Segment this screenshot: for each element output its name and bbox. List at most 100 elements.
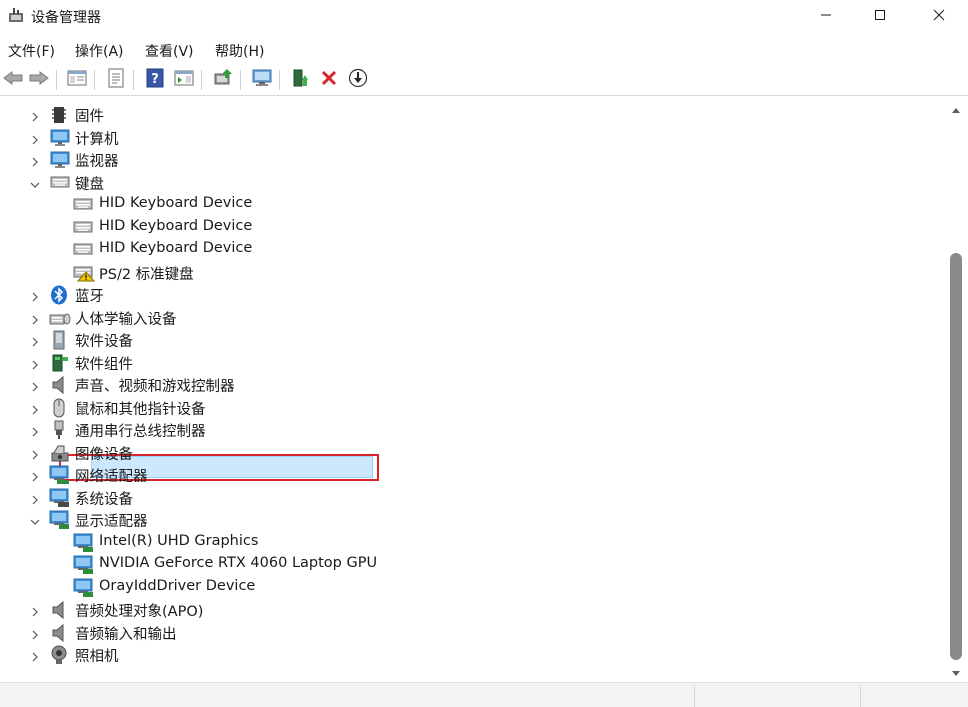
- tree-item-usb[interactable]: 通用串行总线控制器: [0, 419, 940, 441]
- tree-child-nvidia-gpu[interactable]: NVIDIA GeForce RTX 4060 Laptop GPU: [0, 554, 940, 576]
- tree-item-sound-video-game[interactable]: 声音、视频和游戏控制器: [0, 374, 940, 396]
- chevron-right-icon[interactable]: [30, 110, 40, 122]
- chevron-right-icon[interactable]: [30, 448, 40, 460]
- tree-item-computer[interactable]: 计算机: [0, 127, 940, 149]
- uninstall-device-button[interactable]: [318, 69, 340, 91]
- chevron-right-icon[interactable]: [30, 335, 40, 347]
- enable-device-button[interactable]: [290, 69, 312, 91]
- download-button[interactable]: [347, 68, 369, 91]
- tree-child-ps2-keyboard[interactable]: PS/2 标准键盘: [0, 262, 940, 284]
- scroll-down-icon[interactable]: [951, 666, 961, 682]
- action-pane-button[interactable]: [173, 69, 195, 91]
- tree-item-network-adapter[interactable]: 网络适配器: [0, 464, 940, 486]
- show-hide-tree-button[interactable]: [66, 69, 88, 91]
- tree-item-camera[interactable]: 照相机: [0, 644, 940, 666]
- chevron-down-icon[interactable]: [30, 178, 40, 188]
- chevron-right-icon[interactable]: [30, 628, 40, 640]
- scrollbar-thumb[interactable]: [950, 253, 962, 660]
- tree-item-software-device[interactable]: 软件设备: [0, 329, 940, 351]
- chevron-down-icon[interactable]: [30, 515, 40, 525]
- tree-item-software-component[interactable]: 软件组件: [0, 352, 940, 374]
- software-component-icon: [50, 353, 68, 372]
- speaker-icon: [51, 623, 69, 643]
- chevron-right-icon[interactable]: [30, 650, 40, 662]
- display-adapter-icon: [73, 578, 93, 597]
- tree-child-hid-keyboard[interactable]: HID Keyboard Device: [0, 194, 940, 216]
- firmware-icon: [50, 106, 68, 124]
- update-driver-button[interactable]: [212, 69, 234, 91]
- tree-item-label: PS/2 标准键盘: [99, 267, 194, 283]
- tree-item-label: 计算机: [75, 132, 119, 148]
- tree-item-system-device[interactable]: 系统设备: [0, 487, 940, 509]
- bluetooth-icon: [50, 285, 68, 305]
- tree-item-label: 监视器: [75, 154, 119, 170]
- tree-child-intel-graphics[interactable]: Intel(R) UHD Graphics: [0, 532, 940, 554]
- back-button[interactable]: [2, 69, 24, 91]
- tree-item-audio-io[interactable]: 音频输入和输出: [0, 622, 940, 644]
- chevron-right-icon[interactable]: [30, 290, 40, 302]
- properties-button[interactable]: [105, 68, 127, 91]
- tree-item-label: 人体学输入设备: [75, 312, 177, 328]
- mouse-icon: [51, 398, 69, 418]
- chevron-right-icon[interactable]: [30, 313, 40, 325]
- webcam-icon: [50, 645, 68, 664]
- status-divider: [694, 685, 695, 707]
- speaker-icon: [51, 600, 69, 620]
- usb-icon: [51, 420, 69, 439]
- tree-item-label: 鼠标和其他指针设备: [75, 402, 206, 418]
- tree-child-hid-keyboard[interactable]: HID Keyboard Device: [0, 239, 940, 261]
- tree-item-label: NVIDIA GeForce RTX 4060 Laptop GPU: [99, 555, 378, 571]
- scan-hardware-icon: [251, 68, 273, 92]
- chevron-right-icon[interactable]: [30, 133, 40, 145]
- tree-item-display-adapter[interactable]: 显示适配器: [0, 509, 940, 531]
- display-adapter-icon: [49, 510, 69, 529]
- chevron-right-icon[interactable]: [30, 380, 40, 392]
- tree-item-label: Intel(R) UHD Graphics: [99, 533, 259, 549]
- tree-item-imaging[interactable]: 图像设备: [0, 442, 940, 464]
- tree-item-audio-apo[interactable]: 音频处理对象(APO): [0, 599, 940, 621]
- device-tree[interactable]: 固件 计算机 监视器 键盘 HID Keyboard Device HID Ke…: [0, 97, 948, 682]
- close-button[interactable]: [908, 0, 968, 34]
- toolbar: ?: [0, 64, 968, 96]
- display-adapter-icon: [73, 533, 93, 552]
- tree-child-hid-keyboard[interactable]: HID Keyboard Device: [0, 217, 940, 239]
- computer-icon: [50, 129, 70, 147]
- chevron-right-icon[interactable]: [30, 425, 40, 437]
- toolbar-separator: [56, 70, 57, 90]
- minimize-button[interactable]: [795, 0, 857, 34]
- tree-item-hid[interactable]: 人体学输入设备: [0, 307, 940, 329]
- tree-child-oray-driver[interactable]: OrayIddDriver Device: [0, 577, 940, 599]
- chevron-right-icon[interactable]: [30, 493, 40, 505]
- scan-hardware-button[interactable]: [251, 69, 273, 91]
- action-pane-icon: [174, 69, 194, 91]
- tree-item-bluetooth[interactable]: 蓝牙: [0, 284, 940, 306]
- menu-view[interactable]: 查看(V): [145, 41, 194, 61]
- chevron-right-icon[interactable]: [30, 605, 40, 617]
- chevron-right-icon[interactable]: [30, 403, 40, 415]
- keyboard-icon: [73, 220, 93, 238]
- menu-file[interactable]: 文件(F): [8, 41, 55, 61]
- tree-item-monitor[interactable]: 监视器: [0, 149, 940, 171]
- device-manager-icon: [8, 7, 24, 23]
- tree-item-label: 图像设备: [75, 447, 133, 463]
- software-device-icon: [50, 330, 68, 350]
- scroll-up-icon[interactable]: [951, 102, 961, 118]
- help-icon: ?: [146, 68, 164, 92]
- forward-button[interactable]: [28, 69, 50, 91]
- chevron-right-icon[interactable]: [30, 358, 40, 370]
- chevron-right-icon[interactable]: [30, 470, 40, 482]
- menu-help[interactable]: 帮助(H): [215, 41, 264, 61]
- tree-item-firmware[interactable]: 固件: [0, 104, 940, 126]
- tree-item-keyboard[interactable]: 键盘: [0, 172, 940, 194]
- chevron-right-icon[interactable]: [30, 155, 40, 167]
- toolbar-separator: [279, 70, 280, 90]
- menu-action[interactable]: 操作(A): [75, 41, 124, 61]
- maximize-button[interactable]: [849, 0, 911, 34]
- tree-item-mouse[interactable]: 鼠标和其他指针设备: [0, 397, 940, 419]
- uninstall-device-icon: [320, 69, 338, 91]
- toolbar-separator: [201, 70, 202, 90]
- tree-item-label: 系统设备: [75, 492, 133, 508]
- keyboard-icon: [73, 197, 93, 215]
- show-hide-tree-icon: [67, 69, 87, 91]
- help-button[interactable]: ?: [144, 68, 166, 92]
